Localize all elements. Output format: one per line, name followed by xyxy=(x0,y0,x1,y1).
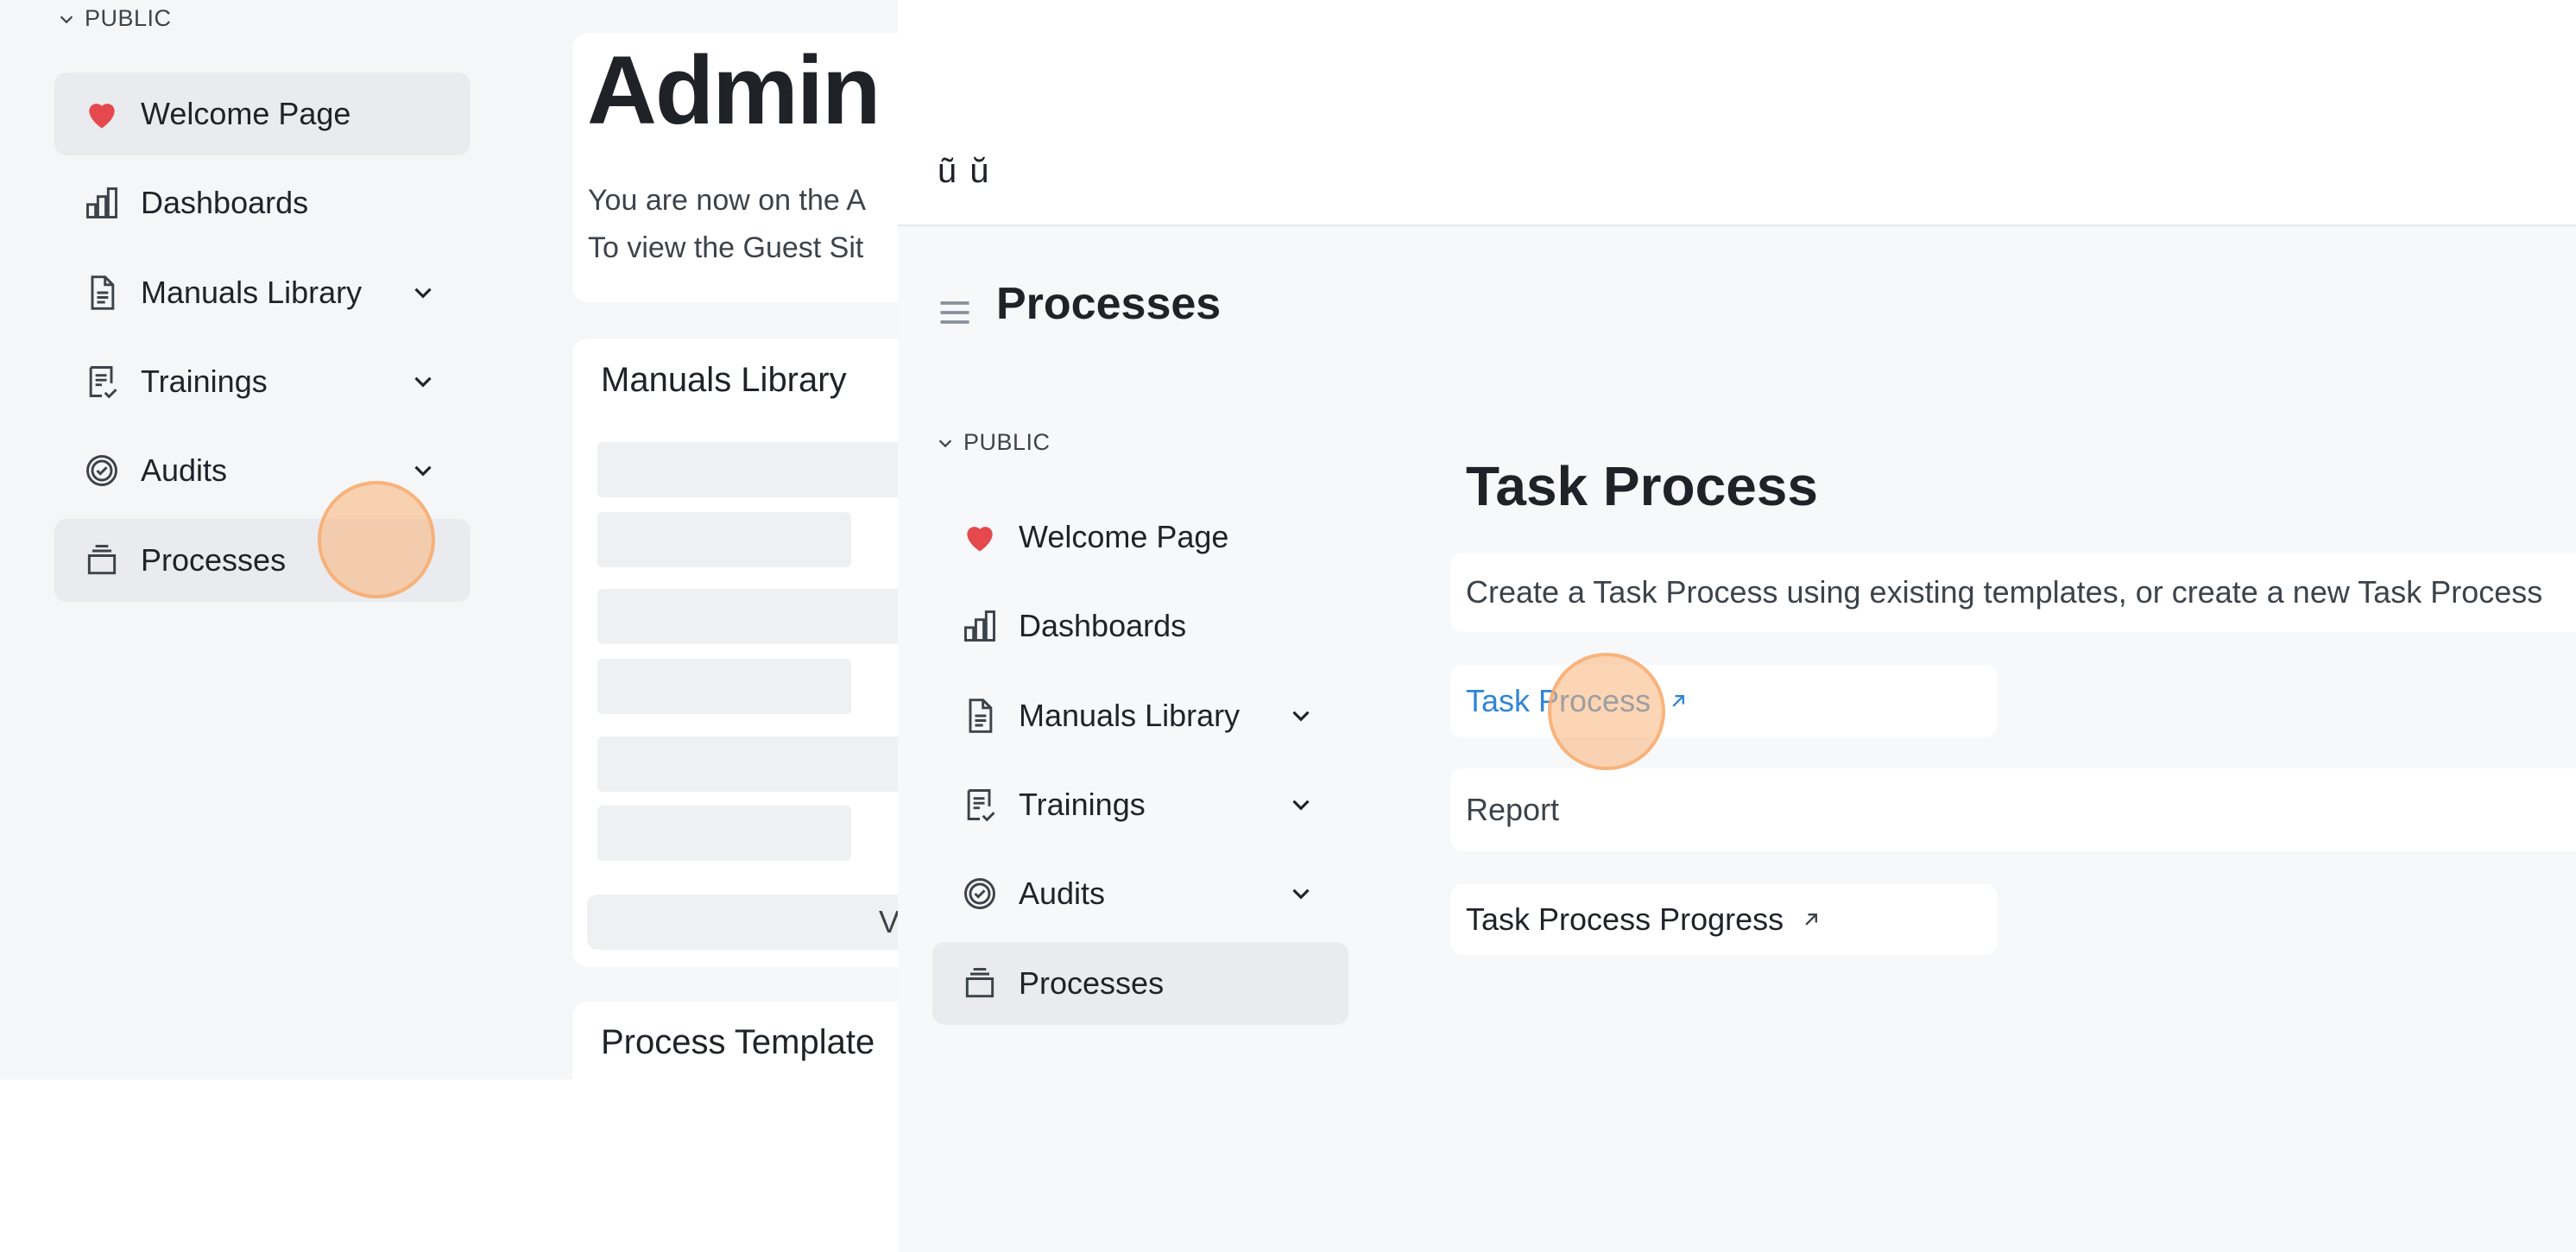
checklist-icon xyxy=(960,785,1000,825)
sidebar-item-audits[interactable]: Audits xyxy=(932,852,1348,935)
click-indicator xyxy=(318,481,435,598)
sidebar-item-label: Dashboards xyxy=(141,185,309,220)
content-heading: Task Process xyxy=(1466,455,1818,517)
process-templates-title: Process Template xyxy=(601,1023,875,1061)
chevron-down-icon[interactable] xyxy=(408,367,438,396)
sidebar-item-label: Manuals Library xyxy=(141,275,363,310)
bar-chart-icon xyxy=(82,183,122,223)
bar-chart-icon xyxy=(960,606,1000,646)
sidebar-item-label: Audits xyxy=(1019,876,1106,911)
page-title: Processes xyxy=(996,279,1222,329)
chevron-down-icon[interactable] xyxy=(1286,701,1316,730)
chevron-down-icon[interactable] xyxy=(1286,879,1316,908)
chevron-down-icon xyxy=(60,15,73,23)
external-link-icon xyxy=(1805,914,1818,926)
heart-icon xyxy=(82,94,122,134)
task-process-progress-link[interactable]: Task Process Progress xyxy=(1466,901,1784,938)
sidebar-item-label: Audits xyxy=(141,452,228,488)
sidebar-item-welcome-page[interactable]: Welcome Page xyxy=(932,496,1348,579)
chevron-down-icon[interactable] xyxy=(408,456,438,485)
view-all-button-label: V xyxy=(879,904,900,939)
description-text: Create a Task Process using existing tem… xyxy=(1466,574,2543,610)
manuals-library-title: Manuals Library xyxy=(601,361,847,399)
description-card: Create a Task Process using existing tem… xyxy=(1450,553,2576,632)
sidebar-item-trainings[interactable]: Trainings xyxy=(932,763,1348,846)
chevron-down-icon[interactable] xyxy=(1286,790,1316,819)
sidebar-item-label: Welcome Page xyxy=(1019,519,1229,554)
sidebar-item-dashboards[interactable]: Dashboards xyxy=(932,585,1348,667)
report-card: Report xyxy=(1450,768,2576,851)
sidebar-item-label: Welcome Page xyxy=(141,96,351,131)
task-process-progress-card[interactable]: Task Process Progress xyxy=(1450,884,1998,955)
sidebar-item-label: Trainings xyxy=(141,364,268,399)
click-indicator xyxy=(1548,653,1665,770)
skeleton-row xyxy=(597,737,943,792)
skeleton-row xyxy=(597,589,943,644)
external-link-icon xyxy=(1672,695,1685,707)
sidebar-section-public[interactable]: PUBLIC xyxy=(936,429,1051,456)
document-icon xyxy=(82,273,122,313)
intro-text-line: You are now on the A xyxy=(588,184,867,217)
skeleton-row xyxy=(597,512,851,567)
skeleton-row xyxy=(597,659,851,714)
skeleton-row xyxy=(597,442,943,497)
top-header: ũ ŭ xyxy=(898,0,2576,226)
sidebar-item-manuals-library[interactable]: Manuals Library xyxy=(54,251,470,334)
checklist-icon xyxy=(82,362,122,402)
chevron-down-icon xyxy=(938,439,952,447)
sidebar-item-label: Processes xyxy=(141,542,287,578)
tray-icon xyxy=(960,964,1000,1003)
task-process-link-card[interactable]: Task Process xyxy=(1450,665,1998,737)
badge-check-icon xyxy=(960,874,1000,914)
sidebar-item-label: Trainings xyxy=(1019,787,1146,822)
chevron-down-icon[interactable] xyxy=(408,278,438,307)
sidebar-item-label: Dashboards xyxy=(1019,608,1187,643)
sidebar-section-public[interactable]: PUBLIC xyxy=(57,5,172,32)
tray-icon xyxy=(82,541,122,580)
report-label: Report xyxy=(1466,792,1560,827)
sidebar-item-dashboards[interactable]: Dashboards xyxy=(54,161,470,244)
heart-icon xyxy=(960,517,1000,557)
menu-icon[interactable] xyxy=(936,294,974,332)
skeleton-row xyxy=(597,806,851,861)
sidebar-item-label: Manuals Library xyxy=(1019,698,1241,733)
intro-text-line: To view the Guest Sit xyxy=(588,231,864,264)
sidebar-item-welcome-page[interactable]: Welcome Page xyxy=(54,73,470,155)
foreground-window: ũ ŭ Processes PUBLIC Welcome Page Dashbo… xyxy=(898,0,2576,1252)
sidebar-section-label: PUBLIC xyxy=(85,5,172,31)
badge-check-icon xyxy=(82,451,122,490)
header-fragment: ũ ŭ xyxy=(938,152,991,190)
sidebar-item-processes[interactable]: Processes xyxy=(932,942,1348,1025)
sidebar-item-trainings[interactable]: Trainings xyxy=(54,340,470,423)
sidebar-item-manuals-library[interactable]: Manuals Library xyxy=(932,674,1348,757)
sidebar-section-label: PUBLIC xyxy=(963,429,1051,455)
sidebar-item-label: Processes xyxy=(1019,965,1165,1001)
document-icon xyxy=(960,696,1000,736)
